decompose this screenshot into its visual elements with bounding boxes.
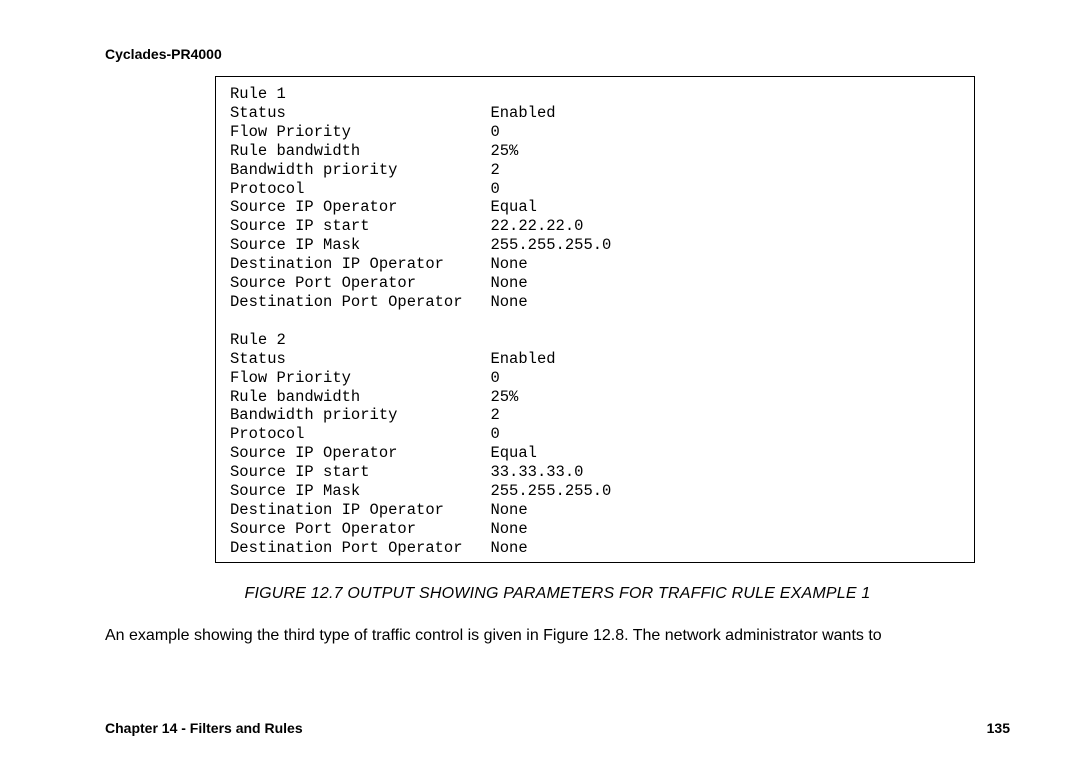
- chapter-label: Chapter 14 - Filters and Rules: [105, 720, 303, 736]
- body-paragraph: An example showing the third type of tra…: [105, 625, 1010, 647]
- page-number: 135: [987, 720, 1010, 736]
- terminal-output: Rule 1 Status Enabled Flow Priority 0 Ru…: [216, 85, 974, 558]
- product-header: Cyclades-PR4000: [105, 46, 1010, 62]
- page-footer: Chapter 14 - Filters and Rules 135: [105, 720, 1010, 736]
- figure-caption: FIGURE 12.7 OUTPUT SHOWING PARAMETERS FO…: [105, 585, 1010, 603]
- figure-output-box: Rule 1 Status Enabled Flow Priority 0 Ru…: [215, 76, 975, 563]
- manual-page: Cyclades-PR4000 Rule 1 Status Enabled Fl…: [0, 0, 1080, 764]
